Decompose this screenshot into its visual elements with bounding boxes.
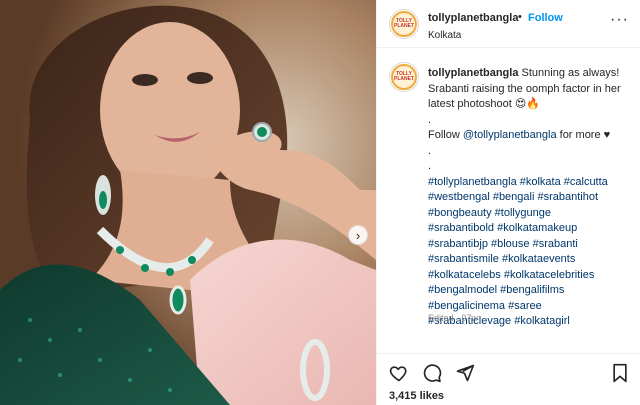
post-actions: 3,415 likes [377, 353, 640, 405]
edited-timestamp: Edited · 97w [428, 313, 479, 323]
header-username[interactable]: tollyplanetbangla [428, 12, 518, 24]
hashtag-line[interactable]: #bengalicinema #saree [428, 299, 633, 315]
hashtag-line[interactable]: #westbengal #bengali #srabantihot [428, 190, 633, 206]
hashtag-line[interactable]: #kolkatacelebs #kolkatacelebrities [428, 268, 633, 284]
caption-dot-1: . [428, 113, 432, 126]
hashtag-line[interactable]: #bengalmodel #bengalifilms [428, 283, 633, 299]
carousel-next-button[interactable]: › [348, 225, 368, 245]
more-options-icon[interactable]: ··· [610, 12, 629, 28]
post-sidebar: TOLLY PLANET tollyplanetbangla • Follow … [376, 0, 640, 405]
caption-follow-line: Follow @tollyplanetbangla for more ♥ [428, 128, 633, 144]
post-header: TOLLY PLANET tollyplanetbangla • Follow … [377, 0, 640, 48]
caption-dot-3: . [428, 160, 432, 172]
hashtag-line[interactable]: #srabantismile #kolkataevents [428, 252, 633, 268]
header-separator: • [518, 11, 522, 23]
bookmark-icon[interactable] [611, 363, 629, 386]
post-image-illustration [0, 0, 376, 405]
chevron-right-icon: › [355, 227, 361, 243]
hashtag-line[interactable]: #bongbeauty #tollygunge [428, 206, 633, 222]
hashtag-line[interactable]: #srabantibjp #blouse #srabanti [428, 237, 633, 253]
caption-text: tollyplanetbangla Stunning as always! Sr… [428, 66, 633, 330]
mention-link[interactable]: @tollyplanetbangla [463, 129, 557, 141]
caption-avatar-logo: TOLLY PLANET [391, 64, 417, 90]
follow-suffix: for more ♥ [556, 129, 611, 141]
follow-prefix: Follow [428, 129, 463, 141]
hashtag-line[interactable]: #tollyplanetbangla #kolkata #calcutta [428, 175, 633, 191]
action-icons [389, 363, 475, 386]
send-icon[interactable] [455, 363, 475, 386]
hashtag-line[interactable]: #srabantibold #kolkatamakeup [428, 221, 633, 237]
follow-button[interactable]: Follow [528, 12, 563, 24]
caption-dot-2: . [428, 144, 432, 157]
comment-icon[interactable] [422, 363, 442, 386]
avatar-logo: TOLLY PLANET [391, 11, 417, 37]
caption-section: TOLLY PLANET tollyplanetbangla Stunning … [377, 60, 640, 330]
instagram-post: › TOLLY PLANET tollyplanetbangla • Follo… [0, 0, 640, 405]
post-photo[interactable]: › [0, 0, 376, 405]
likes-count[interactable]: 3,415 likes [389, 390, 444, 402]
profile-avatar[interactable]: TOLLY PLANET [389, 9, 419, 39]
caption-username[interactable]: tollyplanetbangla [428, 67, 518, 79]
caption-avatar[interactable]: TOLLY PLANET [389, 62, 419, 92]
post-location[interactable]: Kolkata [428, 30, 461, 41]
heart-icon[interactable] [389, 363, 409, 386]
